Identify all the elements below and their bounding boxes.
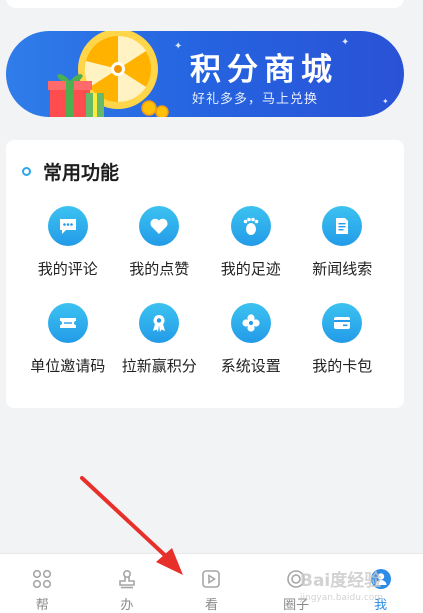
grid-icon	[31, 568, 53, 590]
nav-item-me[interactable]: 我	[339, 554, 423, 613]
function-label: 我的足迹	[220, 260, 281, 278]
points-mall-banner[interactable]: ✦ ✦ ✦ 积分商城 好礼多多，马上兑换	[6, 31, 404, 117]
function-label: 单位邀请码	[30, 357, 106, 375]
function-system-settings[interactable]: 系统设置	[205, 303, 297, 400]
function-label: 拉新赢积分	[121, 357, 197, 375]
function-news-tips[interactable]: 新闻线索	[297, 206, 389, 303]
banner-subtitle: 好礼多多，马上兑换	[192, 92, 319, 107]
bottom-nav: 帮 办 看 圈子 我	[0, 553, 423, 613]
nav-label: 我	[374, 598, 388, 613]
card-wallet-icon	[322, 303, 363, 343]
function-label: 我的评论	[37, 260, 98, 278]
circle-icon	[285, 568, 307, 590]
nav-label: 看	[204, 598, 218, 613]
nav-item-watch[interactable]: 看	[169, 554, 253, 613]
function-label: 我的点赞	[129, 260, 190, 278]
section-header: 常用功能	[22, 158, 119, 185]
heart-icon	[139, 206, 180, 246]
nav-item-circles[interactable]: 圈子	[254, 554, 338, 613]
footprint-icon	[230, 206, 271, 246]
top-card	[6, 0, 404, 8]
function-card-wallet[interactable]: 我的卡包	[297, 303, 389, 400]
prize-wheel-gift-icon	[48, 31, 169, 117]
section-dot-icon	[22, 167, 31, 176]
nav-label: 办	[120, 598, 134, 613]
profile-icon	[370, 568, 392, 590]
banner-title: 积分商城	[190, 52, 338, 88]
function-my-footprints[interactable]: 我的足迹	[205, 206, 297, 303]
settings-icon	[230, 303, 271, 343]
function-label: 新闻线索	[312, 260, 373, 278]
section-title: 常用功能	[43, 162, 120, 184]
nav-label: 圈子	[283, 598, 310, 613]
common-functions-card: 常用功能 我的评论 我的点赞 我的足迹 新闻线索 单位邀请码 拉新赢积分 系统设…	[6, 140, 404, 408]
function-invite-code[interactable]: 单位邀请码	[22, 303, 114, 400]
award-icon	[139, 303, 180, 343]
nav-label: 帮	[35, 598, 49, 613]
nav-item-handle[interactable]: 办	[85, 554, 169, 613]
nav-item-help[interactable]: 帮	[0, 554, 84, 613]
function-referral-points[interactable]: 拉新赢积分	[114, 303, 206, 400]
stamp-icon	[116, 568, 138, 590]
function-label: 系统设置	[220, 357, 281, 375]
function-label: 我的卡包	[312, 357, 373, 375]
ticket-icon	[47, 303, 88, 343]
function-my-likes[interactable]: 我的点赞	[114, 206, 206, 303]
sparkle-icon: ✦	[382, 97, 389, 106]
sparkle-icon: ✦	[341, 37, 350, 48]
function-grid: 我的评论 我的点赞 我的足迹 新闻线索 单位邀请码 拉新赢积分 系统设置 我的卡…	[22, 206, 388, 400]
document-icon	[322, 206, 363, 246]
function-my-comments[interactable]: 我的评论	[22, 206, 114, 303]
function-row: 我的评论 我的点赞 我的足迹 新闻线索	[22, 206, 388, 303]
comment-icon	[47, 206, 88, 246]
profile-page: ✦ ✦ ✦ 积分商城 好礼多多，马上兑换 常用功能 我的评论 我的点赞 我的足迹…	[0, 0, 423, 613]
function-row: 单位邀请码 拉新赢积分 系统设置 我的卡包	[22, 303, 388, 400]
play-icon	[200, 568, 222, 590]
